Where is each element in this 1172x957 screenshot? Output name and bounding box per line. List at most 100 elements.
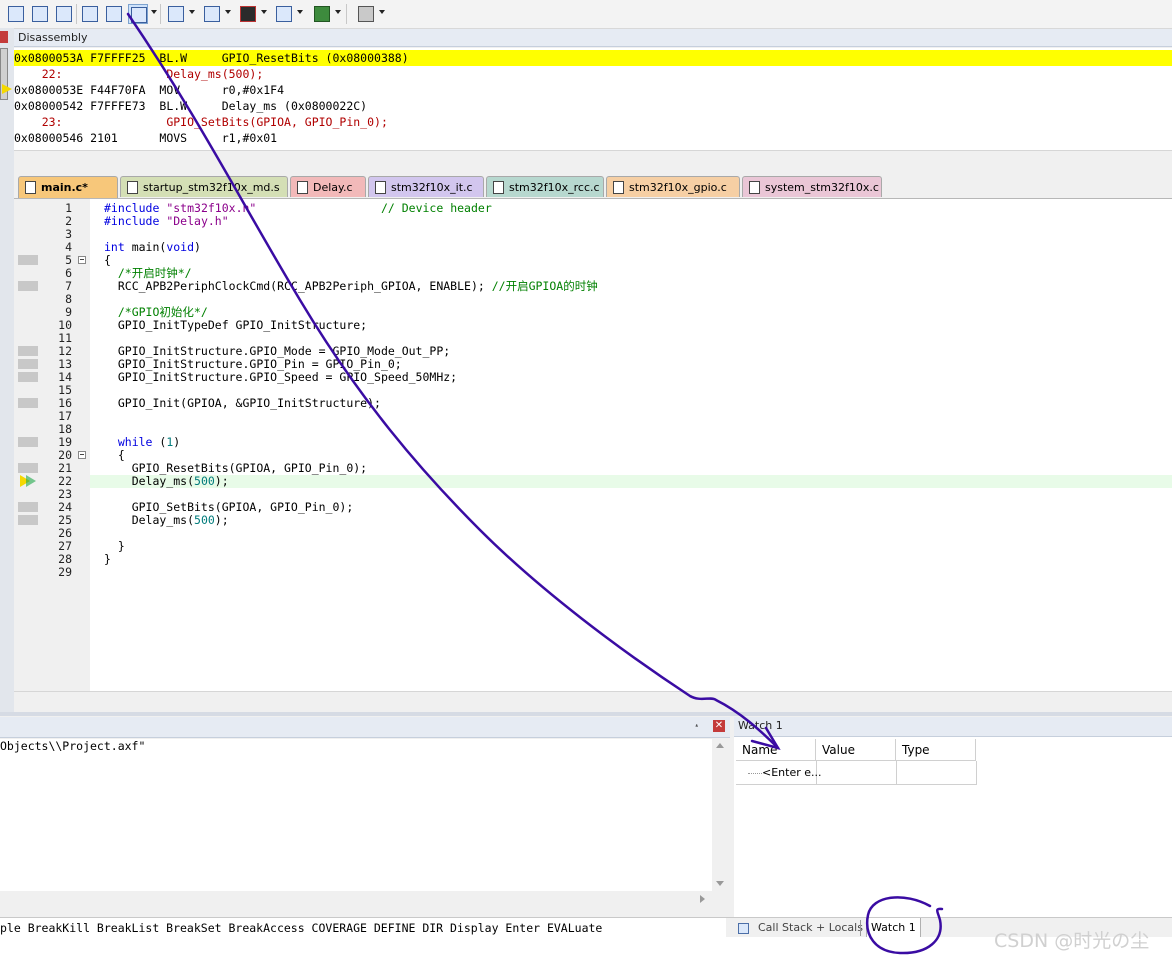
toolbar xyxy=(0,0,1172,29)
left-dock-strip xyxy=(0,28,14,712)
executable-line-marker[interactable] xyxy=(18,398,38,408)
current-instruction-arrow-icon xyxy=(2,84,12,94)
file-icon xyxy=(493,181,504,194)
code-line[interactable]: #include "Delay.h" xyxy=(90,215,1172,228)
pin-icon[interactable]: ˔ xyxy=(694,717,700,735)
code-line[interactable]: GPIO_InitTypeDef GPIO_InitStructure; xyxy=(90,319,1172,332)
tab-main-c-[interactable]: main.c* xyxy=(18,176,118,198)
registers-window-icon[interactable] xyxy=(80,4,100,24)
code-line[interactable]: GPIO_Init(GPIOA, &GPIO_InitStructure); xyxy=(90,397,1172,410)
code-line[interactable] xyxy=(90,423,1172,436)
pc-arrow-icon xyxy=(26,475,36,487)
tab-stm32f10x-it-c[interactable]: stm32f10x_it.c xyxy=(368,176,484,197)
command-output: Objects\\Project.axf" xyxy=(0,739,712,891)
command-window-icon[interactable] xyxy=(6,4,26,24)
code-line[interactable]: GPIO_SetBits(GPIOA, GPIO_Pin_0); xyxy=(90,501,1172,514)
code-line[interactable]: RCC_APB2PeriphClockCmd(RCC_APB2Periph_GP… xyxy=(90,280,1172,293)
tab-label: startup_stm32f10x_md.s xyxy=(143,181,280,194)
tab-stm32f10x-gpio-c[interactable]: stm32f10x_gpio.c xyxy=(606,176,740,197)
toolbox-icon[interactable] xyxy=(356,4,376,24)
disassembly-line[interactable]: 0x0800053A F7FFFF25 BL.W GPIO_ResetBits … xyxy=(14,50,1172,66)
code-line[interactable] xyxy=(90,566,1172,579)
code-editor[interactable]: 1 2 3 4 5 6 7 8 9 10 11 12 13 14 15 16 17 18 19 20 21 22 23 24 2… xyxy=(14,199,1172,691)
code-line[interactable] xyxy=(90,527,1172,540)
tab-call-stack-locals[interactable]: Call Stack + Locals xyxy=(758,918,863,938)
disassembly-title: Disassembly xyxy=(14,29,1172,47)
tab-watch-1[interactable]: Watch 1 xyxy=(866,918,921,938)
tab-label: system_stm32f10x.c xyxy=(765,181,879,194)
code-line[interactable]: } xyxy=(90,540,1172,553)
code-line[interactable]: Delay_ms(500); xyxy=(90,475,1172,488)
code-line[interactable]: while (1) xyxy=(90,436,1172,449)
tab-label: stm32f10x_it.c xyxy=(391,181,473,194)
panel-splitter[interactable] xyxy=(0,712,1172,716)
code-line[interactable]: int main(void) xyxy=(90,241,1172,254)
disassembly-line[interactable]: 0x08000542 F7FFFE73 BL.W Delay_ms (0x080… xyxy=(14,98,1172,114)
disassembly-hscroll[interactable] xyxy=(14,150,1172,169)
file-icon xyxy=(127,181,138,194)
executable-line-marker[interactable] xyxy=(18,463,38,473)
executable-line-marker[interactable] xyxy=(18,515,38,525)
disassembly-line[interactable]: 23: GPIO_SetBits(GPIOA, GPIO_Pin_0); xyxy=(14,114,1172,130)
command-window: ˔ ✕ Objects\\Project.axf" xyxy=(0,717,730,917)
code-line[interactable] xyxy=(90,293,1172,306)
watch-window: Watch 1 Name Value Type <Enter e... xyxy=(734,717,1172,917)
command-hscroll[interactable] xyxy=(0,891,712,907)
file-icon xyxy=(25,181,36,194)
watch-window-icon[interactable] xyxy=(128,4,148,24)
tab-startup-stm32f10x-md-s[interactable]: startup_stm32f10x_md.s xyxy=(120,176,288,197)
fold-toggle-icon[interactable] xyxy=(78,256,86,264)
disassembly-view[interactable]: 0x0800053A F7FFFF25 BL.W GPIO_ResetBits … xyxy=(14,48,1172,150)
line-number: 29 xyxy=(58,565,72,579)
tab-label: stm32f10x_gpio.c xyxy=(629,181,727,194)
watch-row[interactable]: <Enter e... xyxy=(736,761,977,785)
watch-enter-expression[interactable]: <Enter e... xyxy=(762,766,822,779)
file-icon xyxy=(749,181,760,194)
tab-label: stm32f10x_rcc.c xyxy=(509,181,600,194)
disassembly-line[interactable]: 0x08000546 2101 MOVS r1,#0x01 xyxy=(14,130,1172,146)
fold-toggle-icon[interactable] xyxy=(78,451,86,459)
watermark: CSDN @时光の尘 xyxy=(994,930,1150,952)
code-line[interactable]: GPIO_ResetBits(GPIOA, GPIO_Pin_0); xyxy=(90,462,1172,475)
tab-delay-c[interactable]: Delay.c xyxy=(290,176,366,197)
tab-stm32f10x-rcc-c[interactable]: stm32f10x_rcc.c xyxy=(486,176,604,197)
memory-window-icon[interactable] xyxy=(166,4,186,24)
editor-tabbar: main.c* startup_stm32f10x_md.s Delay.c stm3… xyxy=(14,174,1172,199)
tab-system-stm32f10x-c[interactable]: system_stm32f10x.c xyxy=(742,176,882,197)
trace-window-icon[interactable] xyxy=(274,4,294,24)
executable-line-marker[interactable] xyxy=(18,255,38,265)
code-line[interactable]: #include "stm32f10x.h" // Device header xyxy=(90,202,1172,215)
executable-line-marker[interactable] xyxy=(18,372,38,382)
watch-title: Watch 1 xyxy=(734,717,1172,737)
executable-line-marker[interactable] xyxy=(18,359,38,369)
watch-col-name[interactable]: Name xyxy=(736,739,816,761)
watch-col-value[interactable]: Value xyxy=(816,739,896,761)
executable-line-marker[interactable] xyxy=(18,502,38,512)
call-stack-window-icon[interactable] xyxy=(104,4,124,24)
code-line[interactable] xyxy=(90,410,1172,423)
executable-line-marker[interactable] xyxy=(18,437,38,447)
code-line[interactable]: Delay_ms(500); xyxy=(90,514,1172,527)
disassembly-line[interactable]: 22: Delay_ms(500); xyxy=(14,66,1172,82)
code-line[interactable]: } xyxy=(90,553,1172,566)
executable-line-marker[interactable] xyxy=(18,281,38,291)
analysis-window-icon[interactable] xyxy=(238,4,258,24)
code-line[interactable]: GPIO_InitStructure.GPIO_Speed = GPIO_Spe… xyxy=(90,371,1172,384)
file-icon xyxy=(613,181,624,194)
command-vscroll[interactable] xyxy=(712,739,728,891)
editor-gutter[interactable]: 1 2 3 4 5 6 7 8 9 10 11 12 13 14 15 16 17 18 19 20 21 22 23 24 2… xyxy=(14,199,90,691)
code-line[interactable] xyxy=(90,228,1172,241)
command-hint: ple BreakKill BreakList BreakSet BreakAc… xyxy=(0,918,726,938)
executable-line-marker[interactable] xyxy=(18,346,38,356)
disassembly-window-icon[interactable] xyxy=(30,4,50,24)
watch-col-type[interactable]: Type xyxy=(896,739,976,761)
close-icon[interactable] xyxy=(0,31,8,43)
tab-label: main.c* xyxy=(41,181,88,194)
serial-window-icon[interactable] xyxy=(202,4,222,24)
system-viewer-icon[interactable] xyxy=(312,4,332,24)
editor-hscroll[interactable] xyxy=(14,691,1172,708)
code-line[interactable]: { xyxy=(90,254,1172,267)
symbols-window-icon[interactable] xyxy=(54,4,74,24)
close-icon[interactable]: ✕ xyxy=(713,720,725,732)
disassembly-line[interactable]: 0x0800053E F44F70FA MOV r0,#0x1F4 xyxy=(14,82,1172,98)
